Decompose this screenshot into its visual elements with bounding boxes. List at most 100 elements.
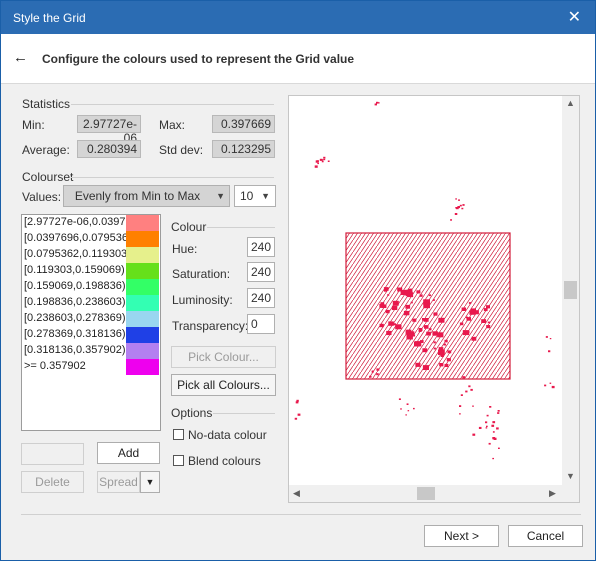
grid-value-point — [316, 160, 319, 163]
scroll-left-icon[interactable]: ◀ — [293, 488, 300, 499]
colour-swatch — [126, 247, 159, 263]
max-label: Max: — [159, 118, 186, 132]
list-item-label: [0.278369,0.318136) — [24, 328, 126, 340]
grid-value-point — [459, 405, 462, 407]
grid-value-point — [398, 398, 401, 400]
list-item[interactable]: [2.97727e-06,0.0397696) — [22, 215, 160, 231]
grid-value-point — [443, 343, 446, 346]
saturation-input[interactable]: 240 — [247, 262, 275, 282]
hue-label: Hue: — [172, 242, 198, 256]
grid-preview-canvas — [294, 101, 555, 460]
grid-value-point — [454, 213, 458, 215]
grid-value-point — [405, 289, 413, 296]
scroll-right-icon[interactable]: ▶ — [549, 488, 556, 499]
list-item[interactable]: [0.0397696,0.0795362) — [22, 231, 160, 247]
grid-value-point — [486, 325, 491, 329]
grid-value-point — [497, 410, 500, 412]
grid-value-point — [415, 362, 421, 367]
grid-value-point — [444, 339, 448, 343]
list-item[interactable]: [0.198836,0.238603) — [22, 295, 160, 311]
list-item[interactable]: [0.278369,0.318136) — [22, 327, 160, 343]
values-label: Values: — [22, 190, 62, 204]
grid-value-point — [458, 199, 460, 201]
close-icon[interactable]: ✕ — [568, 7, 581, 27]
vertical-scroll-thumb[interactable] — [564, 281, 577, 299]
delete-button[interactable]: Delete — [21, 471, 84, 493]
grid-value-point — [472, 405, 474, 407]
grid-value-point — [486, 425, 488, 427]
grid-value-point — [447, 350, 452, 354]
grid-value-point — [395, 324, 402, 330]
luminosity-label: Luminosity: — [172, 293, 233, 307]
grid-value-point — [403, 310, 410, 316]
grid-value-point — [551, 385, 555, 389]
colour-swatch — [126, 279, 159, 295]
grid-value-point — [485, 427, 488, 429]
list-item[interactable]: >= 0.357902 — [22, 359, 160, 375]
list-item[interactable]: [0.238603,0.278369) — [22, 311, 160, 327]
next-button[interactable]: Next > — [424, 525, 499, 547]
list-item[interactable]: [0.318136,0.357902) — [22, 343, 160, 359]
colour-group-label: Colour — [171, 220, 207, 234]
colour-class-list[interactable]: [2.97727e-06,0.0397696) [0.0397696,0.0795… — [21, 214, 161, 431]
grid-value-point — [433, 347, 436, 350]
list-item[interactable]: [0.159069,0.198836) — [22, 279, 160, 295]
list-item[interactable]: [0.0795362,0.119303) — [22, 247, 160, 263]
grid-value-point — [485, 421, 488, 424]
colour-swatch — [126, 343, 159, 359]
grid-value-point — [492, 457, 494, 460]
grid-value-point — [462, 376, 466, 379]
grid-value-point — [379, 323, 384, 328]
average-value: 0.280394 — [77, 140, 141, 158]
grid-value-point — [391, 305, 398, 310]
grid-value-point — [486, 305, 490, 309]
list-item-label: [0.0397696,0.0795362) — [24, 232, 130, 244]
grid-value-point — [426, 331, 431, 336]
pick-colour-button[interactable]: Pick Colour... — [171, 346, 276, 368]
grid-value-point — [497, 412, 500, 414]
class-count-dropdown[interactable]: 10 ▼ — [234, 185, 276, 207]
new-value-input[interactable] — [21, 443, 84, 465]
colour-swatch — [126, 327, 159, 343]
spread-button[interactable]: Spread — [97, 471, 140, 493]
list-item-label: [0.198836,0.238603) — [24, 296, 126, 308]
grid-value-point — [455, 198, 457, 200]
hue-input[interactable]: 240 — [247, 237, 275, 257]
horizontal-scroll-thumb[interactable] — [417, 487, 435, 500]
add-button[interactable]: Add — [97, 442, 160, 464]
grid-value-point — [488, 442, 491, 445]
pick-all-colours-button[interactable]: Pick all Colours... — [171, 374, 276, 396]
blend-colours-checkbox[interactable] — [173, 455, 184, 466]
grid-value-point — [432, 299, 435, 301]
nodata-colour-checkbox[interactable] — [173, 429, 184, 440]
scroll-down-icon[interactable]: ▼ — [566, 471, 575, 481]
values-method-dropdown[interactable]: Evenly from Min to Max ▼ — [63, 185, 230, 207]
grid-value-point — [412, 318, 417, 322]
horizontal-scrollbar[interactable]: ◀ ▶ — [289, 485, 562, 502]
grid-value-point — [327, 160, 330, 162]
scroll-up-icon[interactable]: ▲ — [566, 98, 575, 108]
grid-value-point — [468, 302, 472, 304]
grid-value-point — [492, 431, 495, 433]
grid-value-point — [468, 385, 471, 388]
grid-value-point — [460, 394, 463, 396]
colour-swatch — [126, 231, 159, 247]
luminosity-input[interactable]: 240 — [247, 288, 275, 308]
grid-value-point — [376, 101, 379, 104]
list-item[interactable]: [0.119303,0.159069) — [22, 263, 160, 279]
wizard-header: ← Configure the colours used to represen… — [1, 34, 595, 84]
header-text: Configure the colours used to represent … — [42, 52, 355, 66]
cancel-button[interactable]: Cancel — [508, 525, 583, 547]
grid-value-point — [486, 414, 489, 417]
spread-dropdown-button[interactable]: ▼ — [140, 471, 160, 493]
vertical-scrollbar[interactable]: ▲ ▼ — [562, 96, 579, 486]
grid-preview[interactable]: ▲ ▼ ◀ ▶ — [288, 95, 580, 503]
list-item-label: [0.159069,0.198836) — [24, 280, 126, 292]
grid-value-point — [385, 309, 390, 314]
grid-value-point — [374, 103, 377, 106]
back-arrow-icon[interactable]: ← — [13, 49, 28, 66]
grid-value-point — [428, 328, 432, 331]
grid-value-point — [419, 294, 423, 297]
transparency-input[interactable]: 0 — [247, 314, 275, 334]
grid-value-point — [438, 347, 444, 351]
